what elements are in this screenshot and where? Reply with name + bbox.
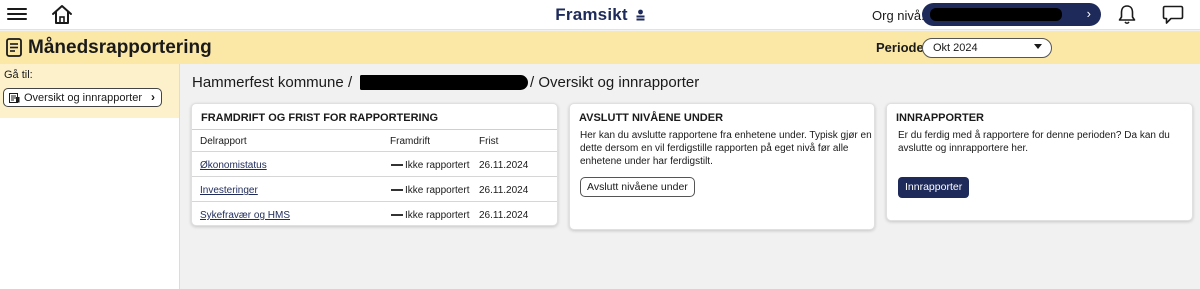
description-line: dette dersom en vil ferdigstille rapport… bbox=[580, 143, 849, 154]
breadcrumb-root[interactable]: Hammerfest kommune bbox=[192, 74, 344, 91]
bell-icon[interactable] bbox=[1117, 4, 1137, 25]
close-levels-card: AVSLUTT NIVÅENE UNDER Her kan du avslutt… bbox=[569, 103, 875, 230]
card-title: FRAMDRIFT OG FRIST FOR RAPPORTERING bbox=[201, 112, 439, 124]
column-header: Frist bbox=[479, 136, 499, 147]
report-link[interactable]: Sykefravær og HMS bbox=[200, 210, 290, 221]
close-levels-button[interactable]: Avslutt nivåene under bbox=[580, 177, 695, 197]
table-row: Sykefravær og HMS Ikke rapportert 26.11.… bbox=[192, 201, 557, 226]
top-bar: Framsikt Org nivå: › bbox=[0, 0, 1200, 30]
goto-label: Gå til: bbox=[4, 69, 33, 81]
brand-name: Framsikt bbox=[555, 5, 628, 24]
report-document-icon bbox=[6, 38, 22, 57]
column-header: Framdrift bbox=[390, 136, 430, 147]
status-dash-icon bbox=[391, 189, 403, 191]
card-title: INNRAPPORTER bbox=[896, 112, 985, 124]
chevron-right-icon: › bbox=[1086, 6, 1091, 21]
description-line: Er du ferdig med å rapportere for denne … bbox=[898, 130, 1170, 141]
table-row: Investeringer Ikke rapportert 26.11.2024 bbox=[192, 176, 557, 201]
page-header: Månedsrapportering Periode: Okt 2024 bbox=[0, 31, 1200, 64]
description-line: enhetene under har ferdigstilt. bbox=[580, 156, 713, 167]
deadline-date: 26.11.2024 bbox=[479, 210, 529, 221]
report-card: INNRAPPORTER Er du ferdig med å rapporte… bbox=[886, 103, 1193, 221]
divider bbox=[192, 129, 557, 130]
chat-bubble-icon[interactable] bbox=[1162, 4, 1184, 25]
sidebar-item-label: Oversikt og innrapporter bbox=[24, 92, 142, 104]
status-text: Ikke rapportert bbox=[405, 160, 470, 171]
card-description: Er du ferdig med å rapportere for denne … bbox=[898, 129, 1170, 155]
periode-label: Periode: bbox=[876, 40, 929, 55]
deadline-date: 26.11.2024 bbox=[479, 185, 529, 196]
person-icon bbox=[636, 9, 645, 21]
sidebar-item-overview[interactable]: Oversikt og innrapporter › bbox=[3, 88, 162, 107]
report-list-icon bbox=[9, 93, 20, 103]
status-dash-icon bbox=[391, 214, 403, 216]
chevron-right-icon: › bbox=[151, 90, 155, 104]
status-dash-icon bbox=[391, 164, 403, 166]
redacted-breadcrumb-unit bbox=[360, 75, 528, 90]
card-description: Her kan du avslutte rapportene fra enhet… bbox=[580, 129, 872, 168]
submit-report-button[interactable]: Innrapporter bbox=[898, 177, 970, 198]
progress-card: FRAMDRIFT OG FRIST FOR RAPPORTERING Delr… bbox=[191, 103, 558, 226]
org-level-label: Org nivå: bbox=[872, 8, 925, 23]
report-link[interactable]: Økonomistatus bbox=[200, 160, 267, 171]
org-level-selector[interactable]: › bbox=[922, 3, 1101, 26]
description-line: Her kan du avslutte rapportene fra enhet… bbox=[580, 130, 872, 141]
table-row: Økonomistatus Ikke rapportert 26.11.2024 bbox=[192, 151, 557, 176]
page-title: Månedsrapportering bbox=[28, 37, 212, 58]
periode-value: Okt 2024 bbox=[933, 42, 978, 54]
sidebar: Gå til: Oversikt og innrapporter › bbox=[0, 64, 180, 289]
deadline-date: 26.11.2024 bbox=[479, 160, 529, 171]
status-text: Ikke rapportert bbox=[405, 210, 470, 221]
caret-down-icon bbox=[1034, 44, 1042, 49]
periode-select[interactable]: Okt 2024 bbox=[922, 38, 1052, 58]
card-title: AVSLUTT NIVÅENE UNDER bbox=[579, 112, 724, 124]
sidebar-goto-section: Gå til: Oversikt og innrapporter › bbox=[0, 64, 179, 118]
breadcrumb-separator: / bbox=[348, 74, 353, 91]
redacted-org-name bbox=[930, 8, 1062, 21]
report-link[interactable]: Investeringer bbox=[200, 185, 258, 196]
status-text: Ikke rapportert bbox=[405, 185, 470, 196]
column-header: Delrapport bbox=[200, 136, 247, 147]
breadcrumb-current: / Oversikt og innrapporter bbox=[530, 74, 700, 91]
description-line: avslutte og innrapportere her. bbox=[898, 143, 1029, 154]
